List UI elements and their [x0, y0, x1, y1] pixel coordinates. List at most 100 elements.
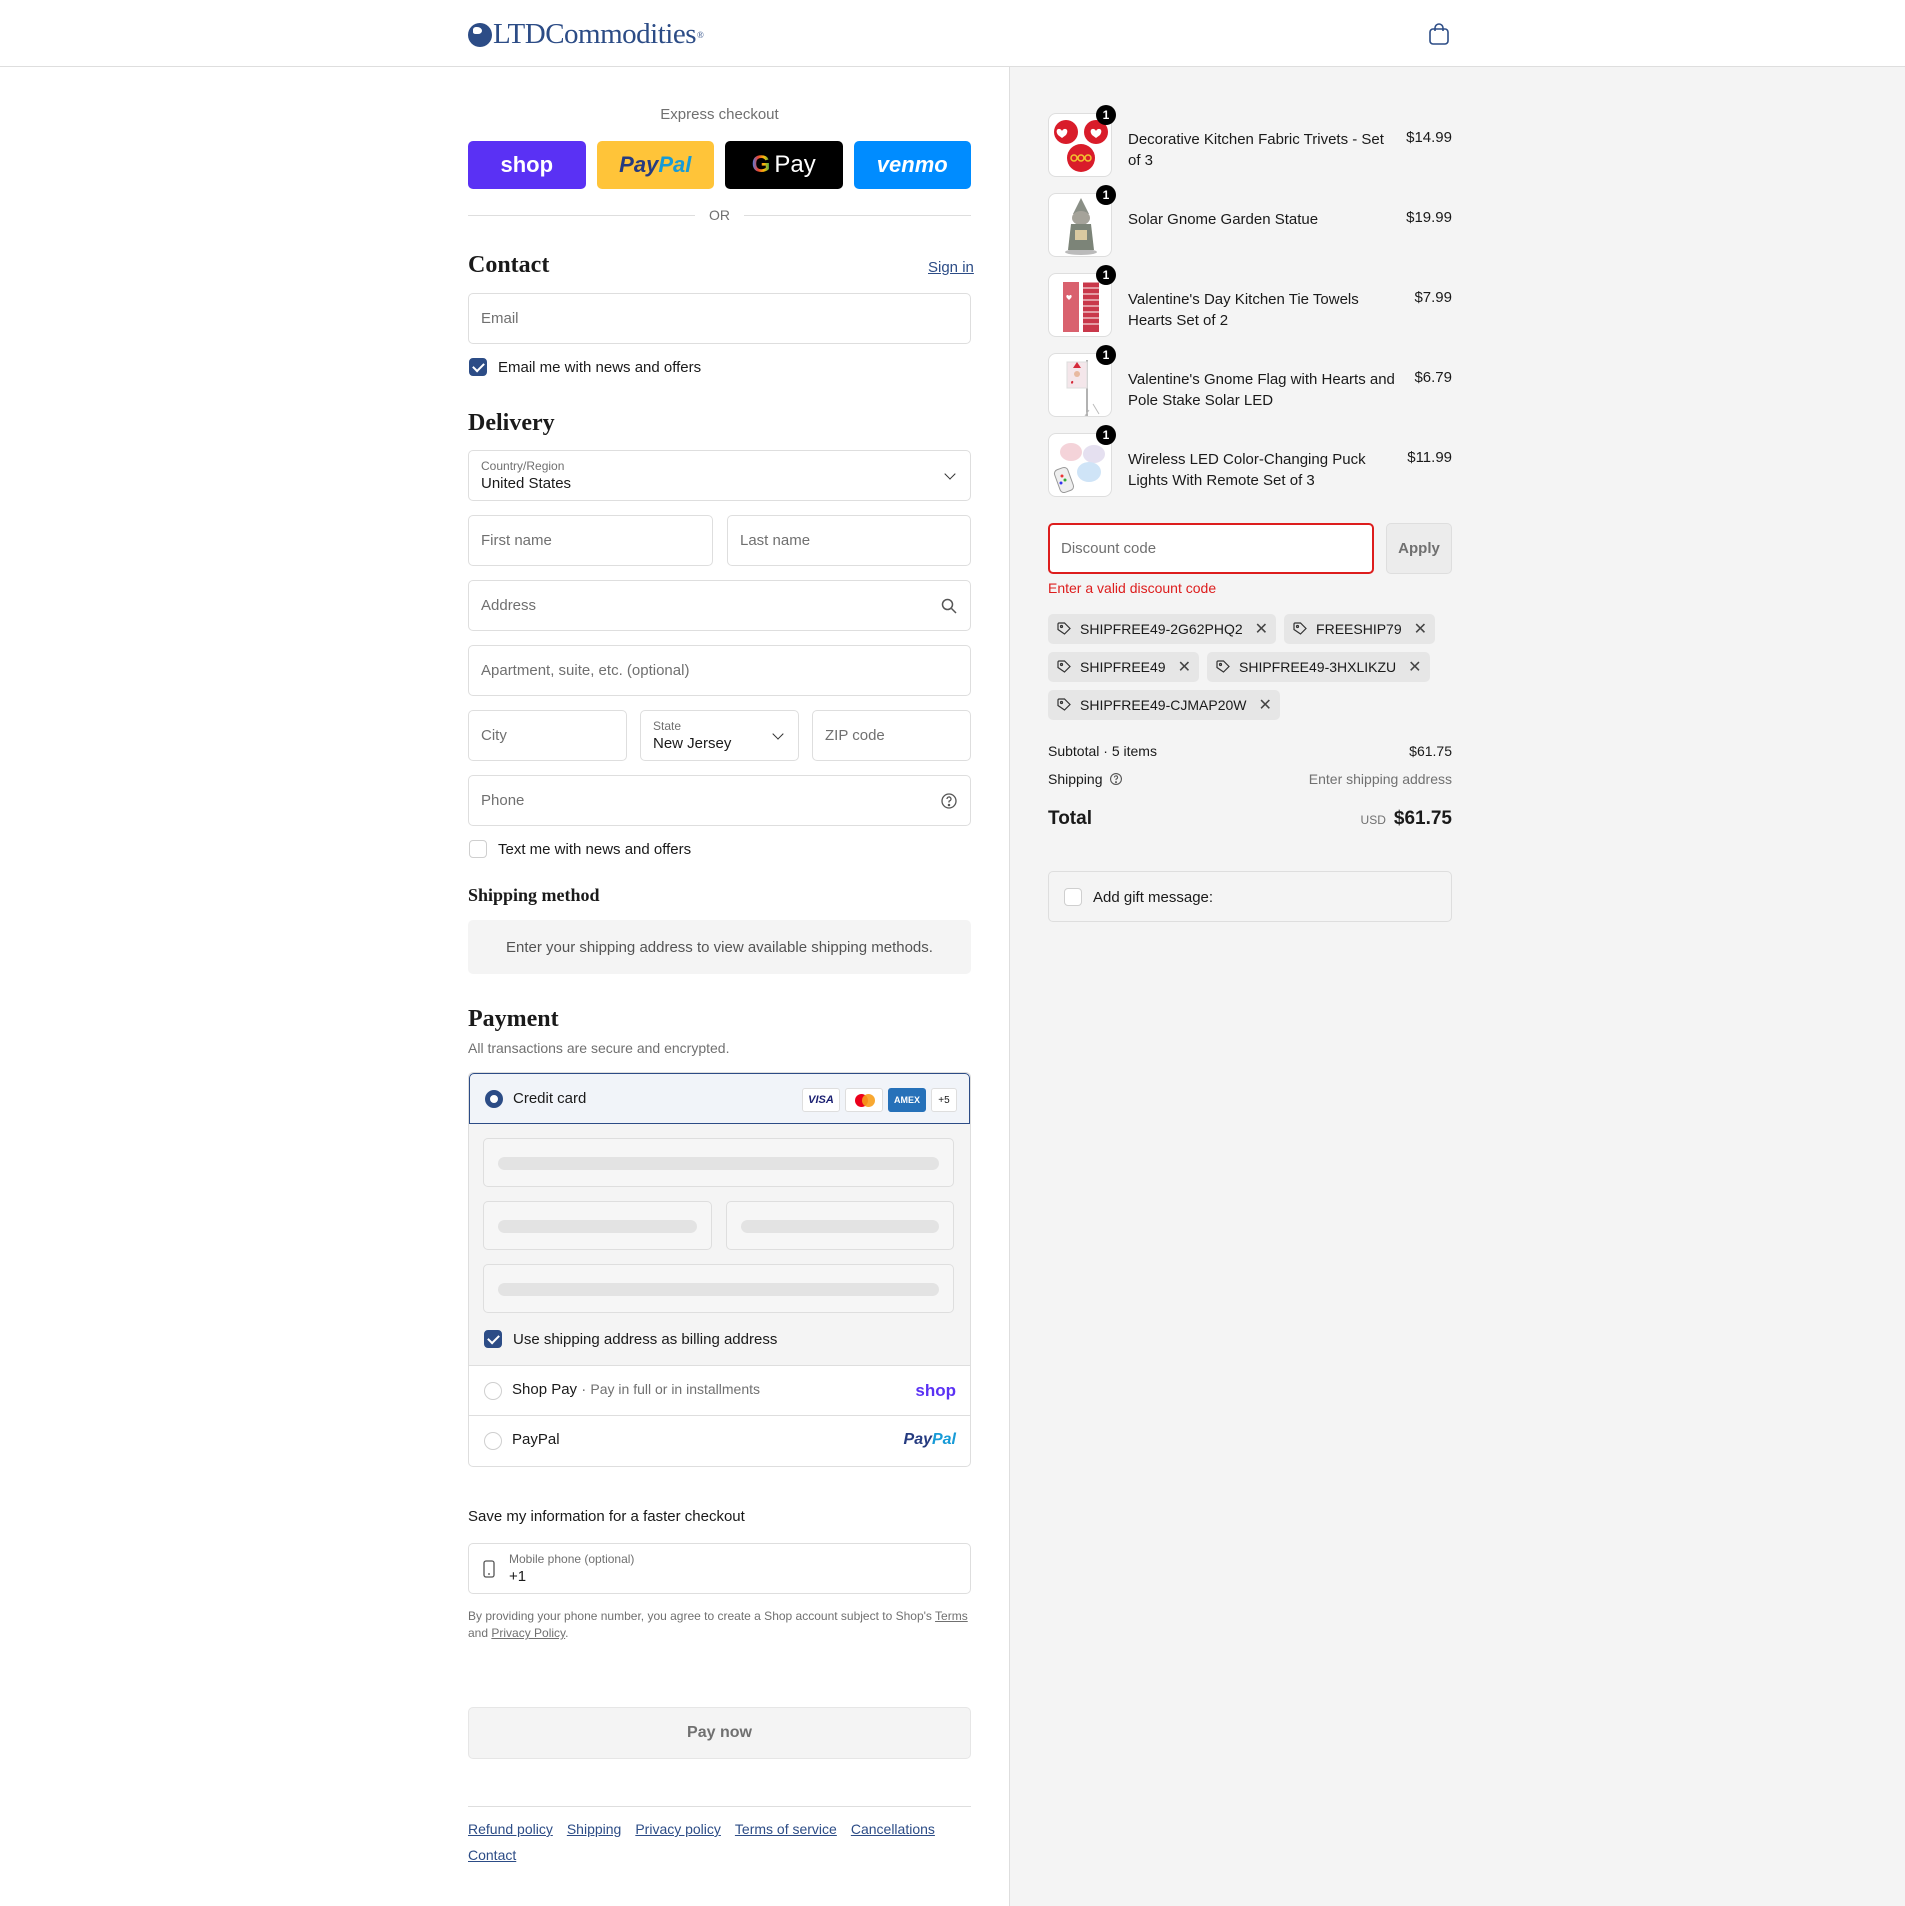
card-number-field-loading[interactable] [483, 1138, 954, 1187]
discount-tag: SHIPFREE49-2G62PHQ2 ✕ [1048, 614, 1277, 644]
shop-pay-express-button[interactable]: shop [468, 141, 586, 189]
tag-icon [1057, 660, 1071, 673]
city-field[interactable]: City [468, 710, 627, 761]
paypal-option[interactable]: PayPal PayPal [469, 1416, 970, 1466]
gift-message-checkbox[interactable]: Add gift message: [1064, 888, 1213, 906]
credit-card-option[interactable]: Credit card VISA AMEX +5 [469, 1073, 970, 1124]
paypal-label-pay: Pay [619, 152, 659, 177]
last-name-field[interactable]: Last name [727, 515, 971, 566]
gift-message-option[interactable]: Add gift message: [1048, 871, 1452, 922]
chevron-down-icon [944, 468, 956, 480]
refund-policy-link[interactable]: Refund policy [468, 1820, 553, 1838]
email-field[interactable]: Email [468, 293, 971, 344]
name-on-card-field-loading[interactable] [483, 1264, 954, 1313]
subtotal-row: Subtotal · 5 items $61.75 [1048, 743, 1452, 759]
express-checkout-buttons: shop Pay Pal G Pay venmo [468, 141, 971, 189]
terms-of-service-link[interactable]: Terms of service [735, 1820, 837, 1838]
state-value: New Jersey [653, 735, 732, 752]
registered-mark: ® [697, 29, 704, 40]
apartment-field[interactable]: Apartment, suite, etc. (optional) [468, 645, 971, 696]
pay-now-button[interactable]: Pay now [468, 1707, 971, 1759]
shipping-method-notice: Enter your shipping address to view avai… [468, 920, 971, 974]
text-news-checkbox[interactable]: Text me with news and offers [469, 840, 691, 858]
brand-name: LTDCommodities [493, 18, 697, 50]
mobile-phone-label: Mobile phone (optional) [509, 1552, 635, 1566]
shipping-link[interactable]: Shipping [567, 1820, 622, 1838]
shop-logo: shop [915, 1381, 956, 1400]
disclaimer-text: and [468, 1626, 492, 1640]
checkbox-checked-icon[interactable] [469, 358, 487, 376]
venmo-express-button[interactable]: venmo [853, 141, 971, 189]
quantity-badge: 1 [1096, 265, 1116, 285]
address-placeholder: Address [481, 597, 537, 614]
discount-code-input[interactable]: Discount code [1048, 523, 1374, 574]
credit-card-label: Credit card [513, 1090, 587, 1107]
remove-discount-icon[interactable]: ✕ [1408, 657, 1421, 677]
google-g-icon: G [751, 151, 771, 178]
discount-error-message: Enter a valid discount code [1048, 580, 1217, 596]
google-pay-express-button[interactable]: G Pay [725, 141, 843, 189]
state-label: State [653, 719, 682, 733]
remove-discount-icon[interactable]: ✕ [1258, 695, 1271, 715]
help-circle-icon[interactable] [1109, 772, 1123, 786]
shopping-bag-icon[interactable] [1428, 22, 1450, 46]
save-info-disclaimer: By providing your phone number, you agre… [468, 1608, 971, 1642]
terms-link[interactable]: Terms [935, 1609, 968, 1623]
tag-icon [1057, 698, 1071, 711]
shop-pay-option[interactable]: Shop Pay · Pay in full or in installment… [469, 1366, 970, 1416]
expiry-field-loading[interactable] [483, 1201, 712, 1250]
shipping-value: Enter shipping address [1308, 771, 1452, 787]
apply-discount-button[interactable]: Apply [1386, 523, 1452, 574]
email-news-checkbox[interactable]: Email me with news and offers [469, 358, 701, 376]
billing-same-checkbox[interactable]: Use shipping address as billing address [484, 1330, 777, 1348]
total-value: $61.75 [1393, 808, 1452, 829]
shipping-row: Shipping Enter shipping address [1048, 771, 1452, 787]
remove-discount-icon[interactable]: ✕ [1255, 619, 1268, 639]
checkbox-unchecked-icon[interactable] [1064, 888, 1082, 906]
brand-logo[interactable]: LTDCommodities ® [468, 18, 704, 51]
city-placeholder: City [481, 727, 507, 744]
shipping-method-heading: Shipping method [468, 885, 600, 905]
mobile-phone-field[interactable]: Mobile phone (optional) +1 [468, 1543, 971, 1594]
cvv-field-loading[interactable] [726, 1201, 954, 1250]
zip-field[interactable]: ZIP code [812, 710, 971, 761]
radio-selected-icon[interactable] [485, 1090, 503, 1108]
phone-placeholder: Phone [481, 792, 525, 809]
sign-in-link[interactable]: Sign in [928, 259, 974, 276]
email-news-label: Email me with news and offers [498, 358, 702, 376]
phone-field[interactable]: Phone [468, 775, 971, 826]
email-placeholder: Email [481, 310, 519, 327]
item-name: Valentine's Day Kitchen Tie Towels Heart… [1128, 291, 1359, 329]
state-select[interactable]: State New Jersey [640, 710, 799, 761]
country-select[interactable]: Country/Region United States [468, 450, 971, 501]
remove-discount-icon[interactable]: ✕ [1414, 619, 1427, 639]
currency-code: USD [1360, 813, 1386, 827]
credit-card-form: Use shipping address as billing address [469, 1124, 970, 1366]
express-checkout-title: Express checkout [660, 106, 779, 123]
paypal-express-button[interactable]: Pay Pal [596, 141, 714, 189]
contact-link[interactable]: Contact [468, 1846, 516, 1864]
card-brands: VISA AMEX +5 [802, 1088, 957, 1112]
quantity-badge: 1 [1096, 345, 1116, 365]
address-field[interactable]: Address [468, 580, 971, 631]
subtotal-value: $61.75 [1409, 743, 1452, 759]
quantity-badge: 1 [1096, 105, 1116, 125]
privacy-policy-link[interactable]: Privacy Policy [491, 1626, 565, 1640]
radio-unselected-icon[interactable] [484, 1432, 502, 1450]
checkbox-unchecked-icon[interactable] [469, 840, 487, 858]
globe-icon [468, 22, 492, 47]
privacy-policy-link[interactable]: Privacy policy [635, 1820, 721, 1838]
gift-message-label: Add gift message: [1093, 888, 1214, 906]
item-name: Wireless LED Color-Changing Puck Lights … [1128, 451, 1366, 489]
checkbox-checked-icon[interactable] [484, 1330, 502, 1348]
cancellations-link[interactable]: Cancellations [851, 1820, 935, 1838]
radio-unselected-icon[interactable] [484, 1382, 502, 1400]
quantity-badge: 1 [1096, 425, 1116, 445]
remove-discount-icon[interactable]: ✕ [1178, 657, 1191, 677]
paypal-label: PayPal [512, 1431, 560, 1448]
discount-tag: SHIPFREE49 ✕ [1048, 652, 1199, 682]
or-label: OR [709, 207, 730, 223]
first-name-field[interactable]: First name [468, 515, 713, 566]
help-circle-icon[interactable] [940, 792, 958, 810]
tag-icon [1293, 622, 1307, 635]
